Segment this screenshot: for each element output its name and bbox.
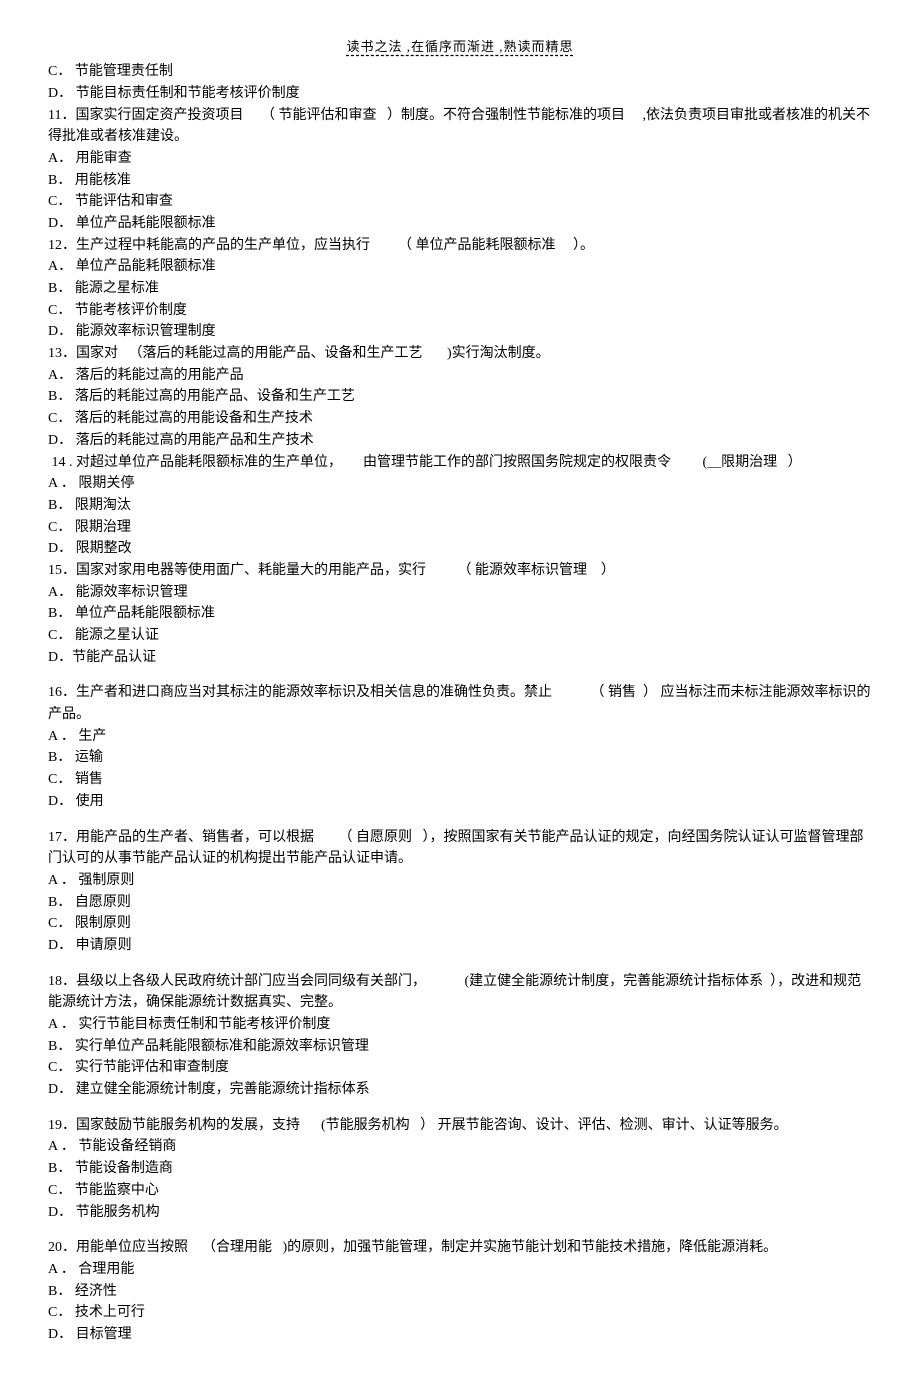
- q12-option-c: C． 节能考核评价制度: [48, 300, 872, 322]
- q12-option-a: A． 单位产品能耗限额标准: [48, 256, 872, 278]
- q13-option-c: C． 落后的耗能过高的用能设备和生产技术: [48, 408, 872, 430]
- q18-option-a: A ． 实行节能目标责任制和节能考核评价制度: [48, 1014, 872, 1036]
- q13-stem: 13．国家对 （落后的耗能过高的用能产品、设备和生产工艺 )实行淘汰制度。: [48, 343, 872, 365]
- q18-option-b: B． 实行单位产品耗能限额标准和能源效率标识管理: [48, 1036, 872, 1058]
- q19-stem: 19．国家鼓励节能服务机构的发展，支持 (节能服务机构 ） 开展节能咨询、设计、…: [48, 1115, 872, 1137]
- q18-stem: 18．县级以上各级人民政府统计部门应当会同同级有关部门， (建立健全能源统计制度…: [48, 971, 872, 1014]
- q11-stem: 11．国家实行固定资产投资项目 （ 节能评估和审查 ）制度。不符合强制性节能标准…: [48, 105, 872, 148]
- q14-option-d: D． 限期整改: [48, 538, 872, 560]
- q15-option-c: C． 能源之星认证: [48, 625, 872, 647]
- q15-option-a: A． 能源效率标识管理: [48, 582, 872, 604]
- q14-option-a: A ． 限期关停: [48, 473, 872, 495]
- q14-option-c: C． 限期治理: [48, 517, 872, 539]
- q19-option-d: D． 节能服务机构: [48, 1202, 872, 1224]
- q17-option-a: A ． 强制原则: [48, 870, 872, 892]
- q15-option-d: D．节能产品认证: [48, 647, 872, 669]
- q11-option-c: C． 节能评估和审查: [48, 191, 872, 213]
- q17-stem: 17．用能产品的生产者、销售者，可以根据 （ 自愿原则 ），按照国家有关节能产品…: [48, 827, 872, 870]
- q17-option-c: C． 限制原则: [48, 913, 872, 935]
- q12-option-b: B． 能源之星标准: [48, 278, 872, 300]
- q15-stem: 15．国家对家用电器等使用面广、耗能量大的用能产品，实行 （ 能源效率标识管理 …: [48, 560, 872, 582]
- q12-option-d: D． 能源效率标识管理制度: [48, 321, 872, 343]
- q17-option-b: B． 自愿原则: [48, 892, 872, 914]
- q11-option-a: A． 用能审查: [48, 148, 872, 170]
- q20-stem: 20．用能单位应当按照 （合理用能 )的原则，加强节能管理，制定并实施节能计划和…: [48, 1237, 872, 1259]
- q19-option-a: A ． 节能设备经销商: [48, 1136, 872, 1158]
- orphan-option-d: D． 节能目标责任制和节能考核评价制度: [48, 83, 872, 105]
- q11-option-b: B． 用能核准: [48, 170, 872, 192]
- q15-option-b: B． 单位产品耗能限额标准: [48, 603, 872, 625]
- q13-option-d: D． 落后的耗能过高的用能产品和生产技术: [48, 430, 872, 452]
- q14-stem: 14 . 对超过单位产品能耗限额标准的生产单位， 由管理节能工作的部门按照国务院…: [48, 452, 872, 474]
- q20-option-c: C． 技术上可行: [48, 1302, 872, 1324]
- q12-stem: 12．生产过程中耗能高的产品的生产单位，应当执行 （ 单位产品能耗限额标准 ）。: [48, 235, 872, 257]
- q16-stem: 16．生产者和进口商应当对其标注的能源效率标识及相关信息的准确性负责。禁止 （ …: [48, 682, 872, 725]
- orphan-option-c: C． 节能管理责任制: [48, 61, 872, 83]
- q20-option-a: A ． 合理用能: [48, 1259, 872, 1281]
- q17-option-d: D． 申请原则: [48, 935, 872, 957]
- q19-option-c: C． 节能监察中心: [48, 1180, 872, 1202]
- q20-option-b: B． 经济性: [48, 1281, 872, 1303]
- q16-option-a: A ． 生产: [48, 726, 872, 748]
- q18-option-c: C． 实行节能评估和审查制度: [48, 1057, 872, 1079]
- q16-option-c: C． 销售: [48, 769, 872, 791]
- q16-option-d: D． 使用: [48, 791, 872, 813]
- q14-option-b: B． 限期淘汰: [48, 495, 872, 517]
- q16-option-b: B． 运输: [48, 747, 872, 769]
- q13-option-a: A． 落后的耗能过高的用能产品: [48, 365, 872, 387]
- q13-option-b: B． 落后的耗能过高的用能产品、设备和生产工艺: [48, 386, 872, 408]
- q11-option-d: D． 单位产品耗能限额标准: [48, 213, 872, 235]
- page-header-note: 读书之法 ,在循序而渐进 ,熟读而精思: [48, 37, 872, 57]
- q19-option-b: B． 节能设备制造商: [48, 1158, 872, 1180]
- q20-option-d: D． 目标管理: [48, 1324, 872, 1346]
- q18-option-d: D． 建立健全能源统计制度，完善能源统计指标体系: [48, 1079, 872, 1101]
